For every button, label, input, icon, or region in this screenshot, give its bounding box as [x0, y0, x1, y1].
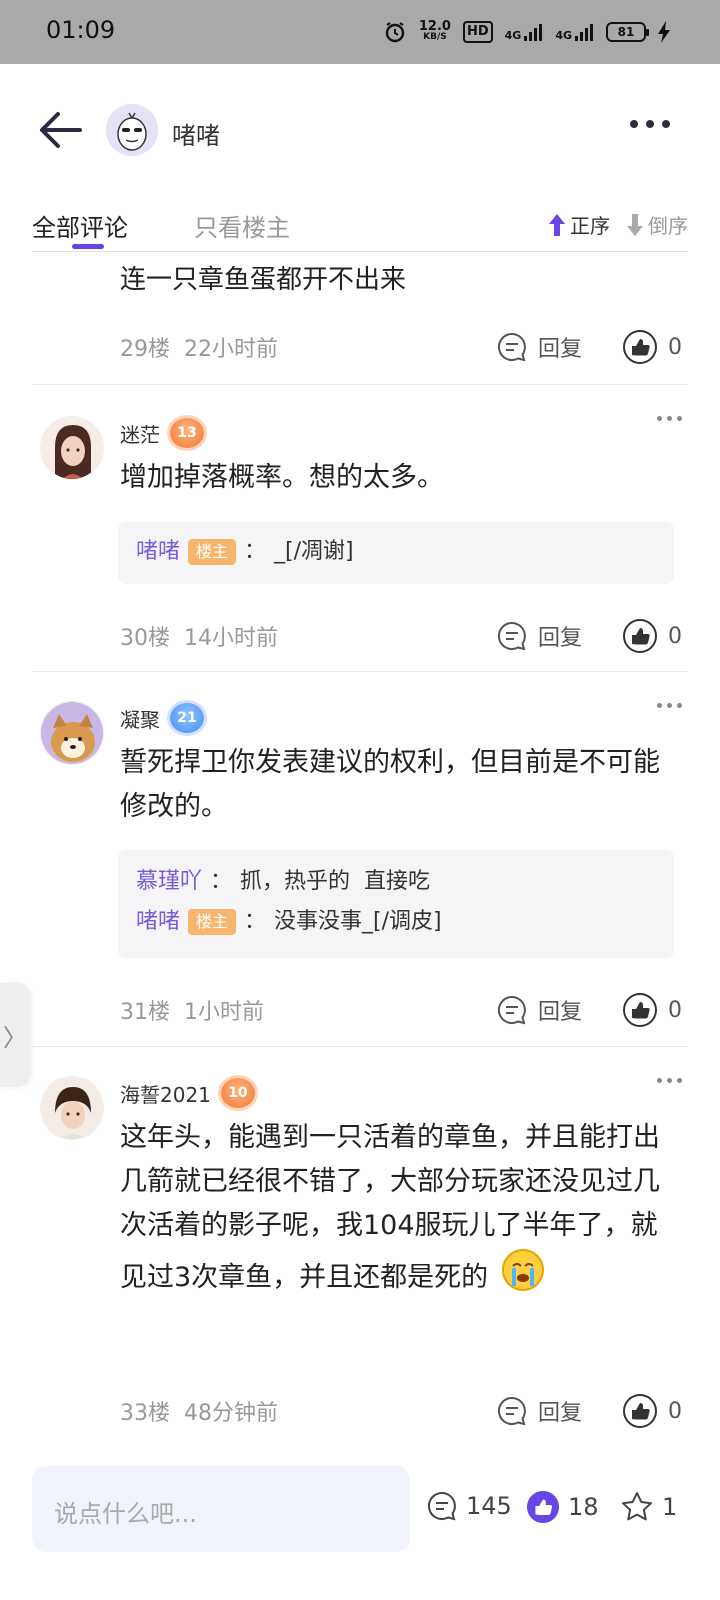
battery-icon: 81 — [606, 22, 649, 42]
user-name-row: 凝聚 21 — [120, 703, 204, 733]
floor-number: 33楼 — [120, 1401, 170, 1426]
like-button[interactable]: 0 — [622, 1393, 682, 1429]
active-tab-indicator — [72, 244, 104, 249]
thumbs-up-filled-icon — [526, 1490, 560, 1524]
owner-tag: 楼主 — [188, 909, 237, 935]
signal-4g-icon: 4G — [505, 22, 544, 42]
side-drawer-handle[interactable]: 〉 — [0, 983, 30, 1087]
comment-count-button[interactable]: 145 — [426, 1490, 512, 1522]
signal-4g-icon-2: 4G — [555, 22, 594, 42]
floor-number: 29楼 — [120, 337, 170, 362]
tab-all-comments[interactable]: 全部评论 — [32, 208, 128, 243]
comment-text: 誓死捍卫你发表建议的权利，但目前是不可能修改的。 — [120, 747, 660, 822]
comment-bubble-icon — [497, 621, 526, 651]
back-arrow-icon[interactable] — [36, 108, 84, 152]
comment-more-icon[interactable] — [657, 703, 682, 708]
floor-number: 30楼 — [120, 626, 170, 651]
comment-actions: 回复 0 — [496, 992, 682, 1028]
sort-controls: 正序 倒序 — [548, 210, 688, 239]
reply-preview-box[interactable]: 慕瑾吖 ： 抓，热乎的 直接吃 啫啫 楼主 ： 没事没事_[/调皮] — [118, 850, 674, 958]
page-header: 啫啫 — [0, 64, 720, 194]
comment-meta: 33楼 48分钟前 — [120, 1395, 278, 1427]
comment-more-icon[interactable] — [657, 416, 682, 421]
comment-input[interactable]: 说点什么吧... — [32, 1466, 410, 1552]
sort-asc-button[interactable]: 正序 — [548, 210, 610, 239]
hd-icon: HD — [462, 21, 493, 43]
comment-meta: 29楼 22小时前 — [120, 331, 278, 363]
comment-time: 1小时前 — [184, 1000, 264, 1025]
level-badge: 13 — [170, 418, 204, 448]
status-bar: 01:09 12.0 KB/S HD 4G 4G 81 — [0, 0, 720, 64]
comment-tabs: 全部评论 只看楼主 正序 倒序 — [32, 196, 688, 252]
comment-bubble-icon — [497, 1396, 526, 1426]
comment-time: 48分钟前 — [184, 1401, 278, 1426]
reply-button[interactable]: 回复 — [496, 620, 582, 652]
thumbs-up-icon — [623, 1394, 657, 1428]
reply-preview-line: 慕瑾吖 ： 抓，热乎的 直接吃 — [136, 869, 431, 894]
status-time: 01:09 — [46, 16, 116, 44]
user-name-row: 海誓2021 10 — [120, 1078, 255, 1108]
user-avatar[interactable] — [40, 1076, 104, 1140]
comment-text: 这年头，能遇到一只活着的章鱼，并且能打出几箭就已经很不错了，大部分玩家还没见过几… — [120, 1116, 660, 1306]
alarm-icon — [385, 22, 405, 43]
chevron-right-icon: 〉 — [3, 1023, 27, 1052]
thumbs-up-icon — [623, 993, 657, 1027]
reply-preview-box[interactable]: 啫啫 楼主 ： _[/凋谢] — [118, 522, 674, 584]
comment-text: 增加掉落概率。想的太多。 — [120, 462, 444, 493]
comment-actions: 回复 0 — [496, 329, 682, 365]
reply-preview-line: 啫啫 楼主 ： 没事没事_[/调皮] — [136, 909, 442, 935]
reply-preview-line: 啫啫 楼主 ： _[/凋谢] — [136, 539, 354, 565]
thumbs-up-icon — [623, 330, 657, 364]
charging-icon — [658, 21, 670, 43]
like-button[interactable]: 0 — [622, 329, 682, 365]
comment-item: 迷茫 13 增加掉落概率。想的太多。 啫啫 楼主 ： _[/凋谢] 30楼 14小… — [0, 384, 720, 671]
comment-more-icon[interactable] — [657, 1078, 682, 1083]
user-avatar[interactable] — [40, 416, 104, 480]
comment-meta: 30楼 14小时前 — [120, 620, 278, 652]
reply-button[interactable]: 回复 — [496, 331, 582, 363]
thumbs-up-icon — [623, 619, 657, 653]
more-options-icon[interactable] — [630, 120, 670, 128]
user-name-row: 迷茫 13 — [120, 418, 204, 448]
sort-desc-button[interactable]: 倒序 — [626, 210, 688, 239]
user-name[interactable]: 海誓2021 — [120, 1079, 211, 1108]
like-button[interactable]: 0 — [622, 618, 682, 654]
reply-button[interactable]: 回复 — [496, 994, 582, 1026]
tab-owner-only[interactable]: 只看楼主 — [194, 208, 290, 243]
comment-item: 凝聚 21 誓死捍卫你发表建议的权利，但目前是不可能修改的。 慕瑾吖 ： 抓，热… — [0, 671, 720, 1046]
arrow-up-icon — [549, 213, 565, 236]
comment-actions: 回复 0 — [496, 618, 682, 654]
like-button[interactable]: 0 — [622, 992, 682, 1028]
page-title: 啫啫 — [172, 122, 220, 150]
level-badge: 10 — [220, 1078, 255, 1108]
star-icon — [622, 1492, 652, 1521]
like-count-button[interactable]: 18 — [526, 1490, 599, 1524]
bottom-bar: 说点什么吧... 145 18 1 — [0, 1450, 720, 1600]
comment-text: 连一只章鱼蛋都开不出来 — [120, 265, 407, 295]
owner-tag: 楼主 — [188, 539, 237, 565]
comment-item: 海誓2021 10 这年头，能遇到一只活着的章鱼，并且能打出几箭就已经很不错了，… — [0, 1046, 720, 1479]
floor-number: 31楼 — [120, 1000, 170, 1025]
comment-time: 22小时前 — [184, 337, 278, 362]
comment-bubble-icon — [497, 332, 526, 362]
comment-bubble-icon — [497, 995, 526, 1025]
comment-meta: 31楼 1小时前 — [120, 994, 264, 1026]
owner-avatar[interactable] — [106, 104, 158, 156]
comment-bubble-icon — [427, 1491, 456, 1521]
user-avatar[interactable] — [40, 701, 104, 765]
comment-actions: 回复 0 — [496, 1393, 682, 1429]
reply-button[interactable]: 回复 — [496, 1395, 582, 1427]
status-icons: 12.0 KB/S HD 4G 4G 81 — [383, 18, 670, 46]
user-name[interactable]: 迷茫 — [120, 419, 160, 448]
comment-list: 连一只章鱼蛋都开不出来 29楼 22小时前 回复 0 迷茫 13 增加掉落概率。想… — [0, 253, 720, 1490]
level-badge: 21 — [170, 703, 204, 733]
network-speed: 12.0 KB/S — [418, 19, 451, 42]
comment-time: 14小时前 — [184, 626, 278, 651]
user-name[interactable]: 凝聚 — [120, 704, 160, 733]
crying-emoji-icon — [501, 1248, 545, 1306]
arrow-down-icon — [627, 213, 643, 236]
favorite-count-button[interactable]: 1 — [620, 1490, 677, 1524]
